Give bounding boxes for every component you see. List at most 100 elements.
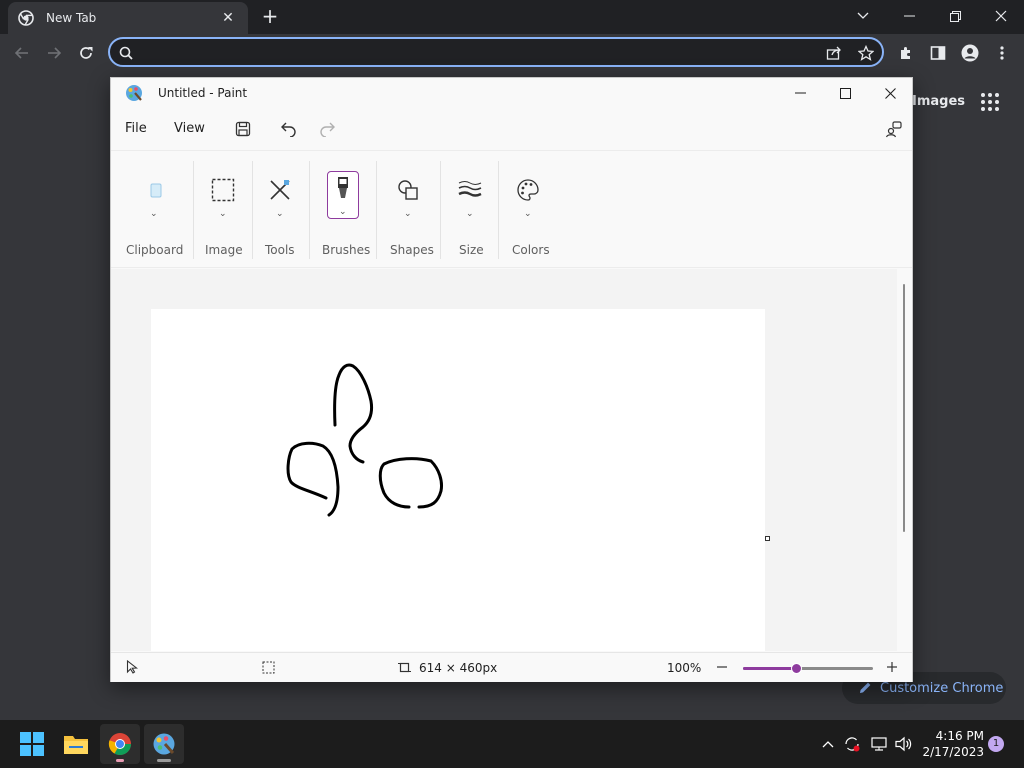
chrome-minimize-button[interactable] bbox=[886, 0, 932, 32]
canvas-size-icon bbox=[397, 660, 411, 674]
ribbon-group-clipboard[interactable]: ⌄ Clipboard bbox=[125, 151, 195, 269]
ribbon-label-colors: Colors bbox=[512, 243, 550, 257]
canvas-workspace bbox=[111, 269, 897, 651]
maximize-icon bbox=[839, 87, 851, 99]
back-button[interactable] bbox=[8, 39, 36, 67]
chrome-restore-button[interactable] bbox=[932, 0, 978, 32]
ribbon-label-tools: Tools bbox=[265, 243, 295, 257]
sync-icon[interactable] bbox=[842, 734, 862, 754]
tab-new-tab[interactable]: New Tab ✕ bbox=[8, 2, 248, 34]
apps-grid-icon[interactable] bbox=[980, 92, 1000, 112]
ribbon-label-size: Size bbox=[459, 243, 484, 257]
menu-file[interactable]: File bbox=[125, 121, 147, 136]
paint-taskbar-button[interactable] bbox=[144, 724, 184, 764]
ribbon-label-shapes: Shapes bbox=[390, 243, 434, 257]
file-explorer-button[interactable] bbox=[56, 724, 96, 764]
address-bar[interactable] bbox=[108, 37, 884, 67]
zoom-out-icon[interactable] bbox=[715, 660, 729, 674]
chevron-down-icon bbox=[857, 12, 869, 19]
menu-icon bbox=[1000, 46, 1004, 60]
forward-button[interactable] bbox=[40, 39, 68, 67]
side-panel-button[interactable] bbox=[924, 39, 952, 67]
save-icon[interactable] bbox=[232, 118, 254, 140]
omnibox-input[interactable] bbox=[142, 41, 792, 63]
running-indicator bbox=[116, 759, 124, 762]
chevron-down-icon: ⌄ bbox=[466, 209, 474, 219]
side-panel-icon bbox=[930, 46, 946, 60]
chevron-down-icon: ⌄ bbox=[524, 209, 532, 219]
chrome-toolbar bbox=[0, 34, 1024, 72]
zoom-slider-fill bbox=[743, 667, 797, 670]
ntp-images-link[interactable]: Images bbox=[912, 94, 965, 109]
star-icon[interactable] bbox=[856, 43, 876, 63]
paint-titlebar[interactable]: Untitled - Paint bbox=[111, 78, 912, 108]
canvas-resize-handle[interactable] bbox=[765, 536, 770, 541]
stroke-left bbox=[286, 441, 340, 517]
ribbon-group-colors[interactable]: ⌄ Colors bbox=[509, 151, 565, 269]
drawing-canvas[interactable] bbox=[151, 309, 765, 651]
paint-ribbon: ⌄ Clipboard ⌄ Image ⌄ Tools ⌄ Brushes ⌄ … bbox=[111, 150, 912, 268]
start-button[interactable] bbox=[12, 724, 52, 764]
ribbon-label-clipboard: Clipboard bbox=[126, 243, 184, 257]
chrome-favicon-icon bbox=[18, 10, 34, 26]
paint-window-title: Untitled - Paint bbox=[158, 86, 248, 100]
paint-close-button[interactable] bbox=[867, 78, 913, 108]
chevron-up-icon[interactable] bbox=[818, 734, 838, 754]
customize-chrome-label: Customize Chrome bbox=[880, 680, 1004, 696]
chrome-titlebar: New Tab ✕ + bbox=[0, 0, 1024, 34]
ribbon-group-image[interactable]: ⌄ Image bbox=[201, 151, 253, 269]
profile-button[interactable] bbox=[956, 39, 984, 67]
chrome-logo-icon bbox=[108, 733, 131, 755]
reload-button[interactable] bbox=[72, 39, 100, 67]
clipboard-icon bbox=[139, 173, 173, 207]
ribbon-group-shapes[interactable]: ⌄ Shapes bbox=[385, 151, 441, 269]
paint-maximize-button[interactable] bbox=[822, 78, 868, 108]
extensions-button[interactable] bbox=[892, 39, 920, 67]
chrome-close-button[interactable] bbox=[978, 0, 1024, 32]
zoom-slider-thumb[interactable] bbox=[791, 663, 803, 674]
back-icon bbox=[14, 47, 28, 59]
tab-title: New Tab bbox=[46, 11, 97, 25]
chevron-down-icon: ⌄ bbox=[150, 209, 158, 219]
ribbon-divider bbox=[193, 161, 194, 259]
ribbon-divider bbox=[498, 161, 499, 259]
network-icon[interactable] bbox=[870, 734, 890, 754]
notification-badge[interactable]: 1 bbox=[988, 736, 1004, 752]
tab-search-button[interactable] bbox=[840, 0, 886, 32]
ribbon-divider bbox=[440, 161, 441, 259]
paint-minimize-button[interactable] bbox=[777, 78, 823, 108]
profile-icon bbox=[961, 44, 979, 62]
paint-statusbar: 614 × 460px 100% bbox=[111, 652, 912, 682]
ribbon-group-brushes[interactable]: ⌄ Brushes bbox=[317, 151, 377, 269]
volume-icon[interactable] bbox=[894, 734, 914, 754]
redo-icon[interactable] bbox=[317, 118, 339, 140]
palette-icon bbox=[511, 173, 545, 207]
zoom-in-icon[interactable] bbox=[885, 660, 899, 674]
restore-icon bbox=[949, 10, 961, 22]
chrome-taskbar-button[interactable] bbox=[100, 724, 140, 764]
selection-size-icon bbox=[261, 660, 275, 674]
collaborate-icon[interactable] bbox=[883, 118, 905, 140]
clock-time: 4:16 PM bbox=[935, 729, 984, 743]
taskbar-clock[interactable]: 4:16 PM 2/17/2023 bbox=[920, 728, 984, 760]
chrome-menu-button[interactable] bbox=[988, 39, 1016, 67]
ribbon-label-image: Image bbox=[205, 243, 243, 257]
forward-icon bbox=[48, 47, 62, 59]
paint-menubar: File View bbox=[111, 108, 912, 148]
ribbon-group-tools[interactable]: ⌄ Tools bbox=[259, 151, 311, 269]
canvas-drawing bbox=[286, 363, 443, 517]
ribbon-group-size[interactable]: ⌄ Size bbox=[449, 151, 499, 269]
tab-close-icon[interactable]: ✕ bbox=[218, 10, 238, 26]
vertical-scrollbar[interactable] bbox=[903, 284, 905, 532]
undo-icon[interactable] bbox=[277, 118, 299, 140]
canvas-size-readout: 614 × 460px bbox=[419, 661, 498, 675]
minimize-icon bbox=[794, 92, 806, 94]
ribbon-divider bbox=[376, 161, 377, 259]
tools-pencil-icon bbox=[263, 173, 297, 207]
zoom-level[interactable]: 100% bbox=[667, 661, 701, 675]
menu-view[interactable]: View bbox=[174, 121, 205, 136]
new-tab-button[interactable]: + bbox=[258, 4, 282, 28]
stroke-right bbox=[378, 457, 443, 509]
share-icon[interactable] bbox=[824, 43, 844, 63]
zoom-slider[interactable] bbox=[743, 663, 873, 674]
